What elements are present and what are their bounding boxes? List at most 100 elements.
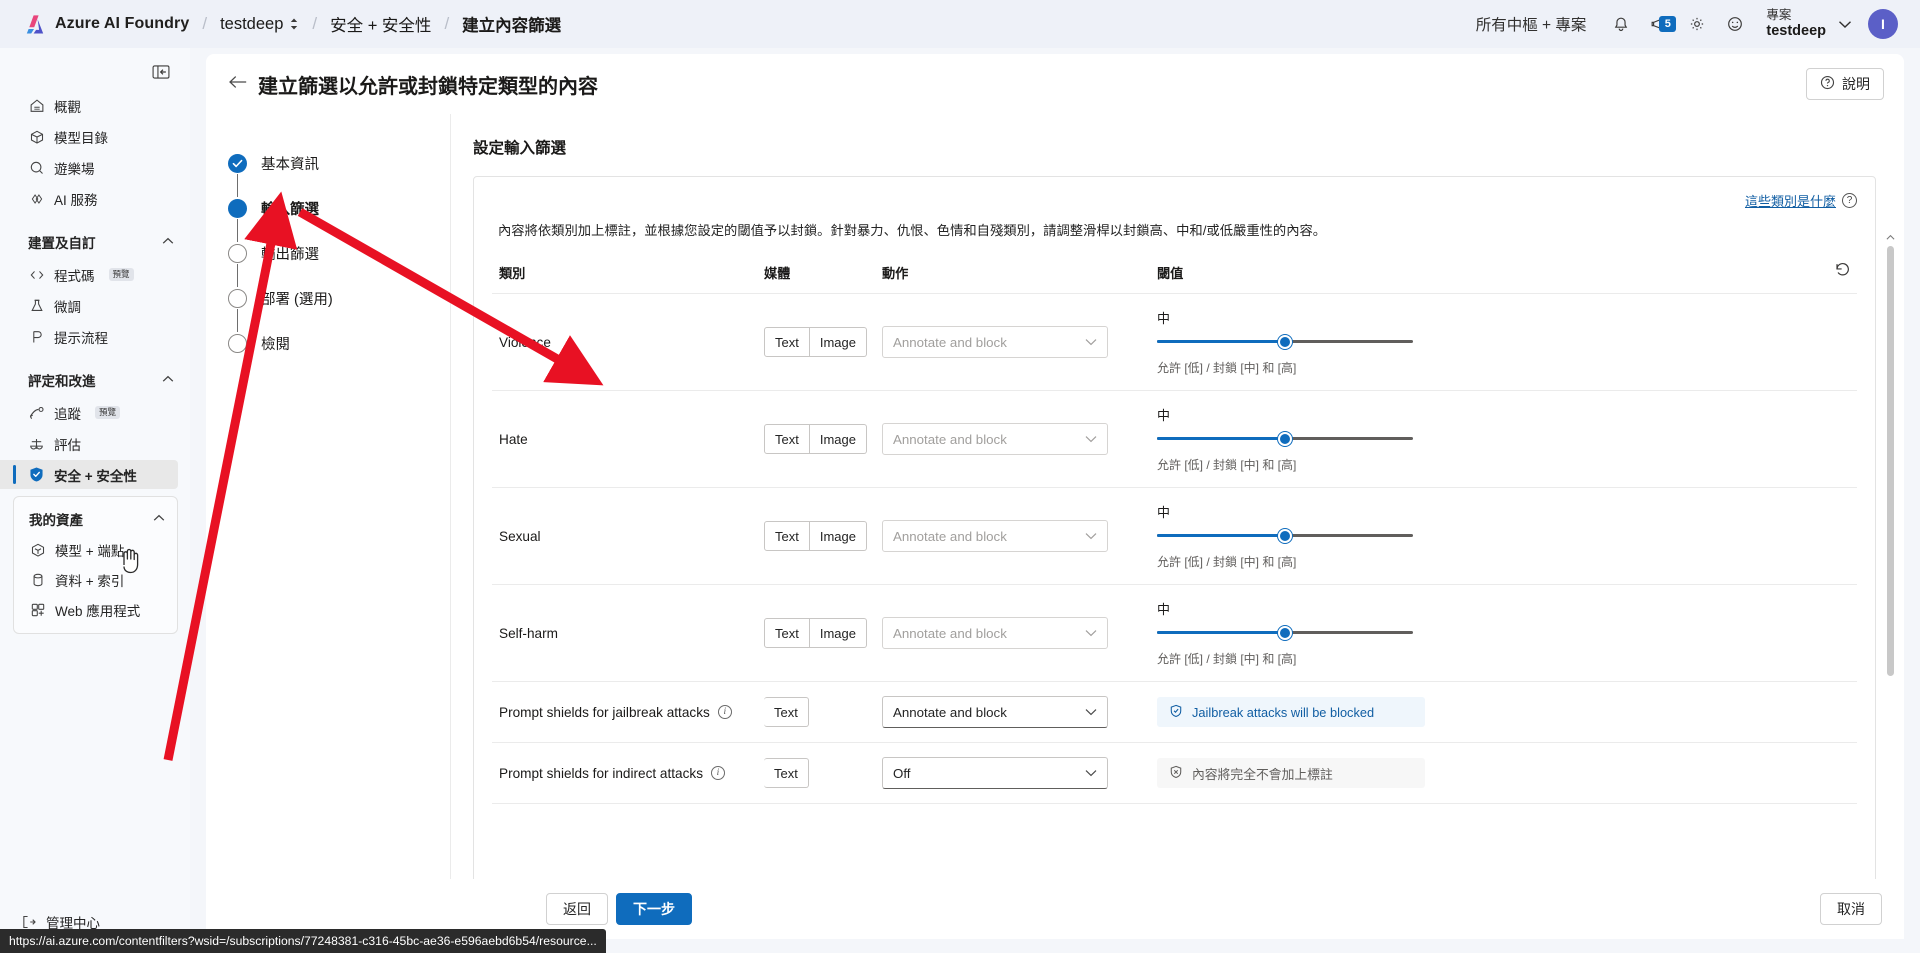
action-dropdown[interactable]: Annotate and block	[882, 520, 1108, 552]
sidebar-item-safety-security[interactable]: 安全 + 安全性	[0, 460, 178, 489]
panel-header: 建立篩選以允許或封鎖特定類型的內容 說明	[206, 54, 1904, 114]
action-dropdown[interactable]: Annotate and block	[882, 617, 1108, 649]
sidebar-group-assets[interactable]: 我的資產	[14, 504, 177, 534]
media-button-text[interactable]: Text	[764, 521, 810, 551]
cell-action: Annotate and block	[882, 487, 1157, 585]
stepper-step-output-filter[interactable]: 輸出篩選	[228, 242, 450, 264]
threshold-slider[interactable]	[1157, 529, 1425, 543]
threshold-hint: 允許 [低] / 封鎖 [中] 和 [高]	[1157, 652, 1297, 666]
reset-icon[interactable]	[1834, 263, 1851, 282]
sidebar-item-tracing[interactable]: 追蹤 預覽	[0, 398, 178, 427]
sidebar-item-model-catalog[interactable]: 模型目錄	[0, 122, 178, 151]
media-toggle-group: Text	[764, 758, 882, 788]
threshold-hint: 允許 [低] / 封鎖 [中] 和 [高]	[1157, 555, 1297, 569]
column-header-media: 媒體	[764, 261, 882, 294]
sidebar-item-playground[interactable]: 遊樂場	[0, 153, 178, 182]
category-name-group: Prompt shields for indirect attacks i	[499, 766, 764, 781]
action-dropdown[interactable]: Annotate and block	[882, 423, 1108, 455]
threshold-slider[interactable]	[1157, 626, 1425, 640]
arrow-left-icon[interactable]	[228, 73, 258, 96]
table-row: Sexual Text Image Annotate and block 中 允…	[492, 487, 1857, 585]
slider-fill	[1157, 534, 1285, 537]
cell-media: Text Image	[764, 487, 882, 585]
media-button-image[interactable]: Image	[809, 424, 867, 454]
sidebar-item-fine-tuning[interactable]: 微調	[0, 291, 178, 320]
sidebar-group-build[interactable]: 建置及自訂	[0, 225, 190, 259]
media-button-text[interactable]: Text	[764, 327, 810, 357]
sidebar-item-prompt-flow[interactable]: 提示流程	[0, 322, 178, 351]
media-button-image[interactable]: Image	[809, 327, 867, 357]
content-scrollbar[interactable]	[1885, 232, 1896, 939]
scrollbar-up-arrow-icon[interactable]	[1885, 232, 1896, 243]
bell-icon[interactable]	[1604, 7, 1638, 41]
stepper-step-deployment[interactable]: 部署 (選用)	[228, 287, 450, 309]
action-dropdown[interactable]: Annotate and block	[882, 326, 1108, 358]
sidebar-item-data-indexes[interactable]: 資料 + 索引	[14, 565, 171, 594]
table-row: Prompt shields for jailbreak attacks i T…	[492, 681, 1857, 743]
breadcrumb-project-label: testdeep	[220, 14, 284, 33]
megaphone-icon[interactable]: 5	[1642, 7, 1677, 41]
brand-logo-group[interactable]: Azure AI Foundry	[14, 14, 189, 35]
slider-fill	[1157, 437, 1285, 440]
breadcrumb-project[interactable]: testdeep	[220, 15, 299, 34]
sidebar-item-models-endpoints[interactable]: 模型 + 端點	[14, 535, 171, 564]
account-switcher[interactable]: 專案 testdeep	[1766, 8, 1826, 39]
table-header-row: 類別 媒體 動作 閾值	[492, 261, 1857, 294]
threshold-value-label: 中	[1157, 505, 1171, 520]
media-button-image[interactable]: Image	[809, 521, 867, 551]
cube-icon	[28, 128, 45, 145]
slider-thumb[interactable]	[1278, 432, 1292, 446]
stepper-step-input-filter[interactable]: 輸入篩選	[228, 197, 450, 219]
column-header-threshold: 閾值	[1157, 261, 1531, 294]
chevron-down-icon[interactable]	[1838, 17, 1852, 32]
action-dropdown[interactable]: Annotate and block	[882, 696, 1108, 728]
threshold-value-label: 中	[1157, 408, 1171, 423]
sidebar-item-web-apps[interactable]: Web 應用程式	[14, 595, 171, 624]
sidebar-item-label: 安全 + 安全性	[54, 468, 137, 484]
slider-thumb[interactable]	[1278, 626, 1292, 640]
sidebar: 概觀 模型目錄 遊樂場 AI 服務 建置及自訂 程式碼 預覽 微調 提示流程 評…	[0, 48, 190, 953]
threshold-slider[interactable]	[1157, 432, 1425, 446]
stepper-step-basics[interactable]: 基本資訊	[228, 152, 450, 174]
media-toggle-group: Text Image	[764, 521, 882, 551]
chevron-down-icon	[1085, 335, 1097, 349]
question-circle-icon[interactable]: ?	[1842, 193, 1857, 208]
sidebar-item-evaluation[interactable]: 評估	[0, 429, 178, 458]
what-are-these-categories-link[interactable]: 這些類別是什麼	[1745, 191, 1836, 210]
media-button-text[interactable]: Text	[764, 697, 809, 727]
help-button-label: 說明	[1842, 76, 1870, 92]
info-icon[interactable]: i	[717, 705, 732, 719]
sidebar-item-ai-services[interactable]: AI 服務	[0, 184, 178, 213]
back-button[interactable]: 返回	[546, 893, 608, 925]
media-button-text[interactable]: Text	[764, 758, 809, 788]
media-button-text[interactable]: Text	[764, 618, 810, 648]
slider-thumb[interactable]	[1278, 335, 1292, 349]
action-dropdown[interactable]: Off	[882, 757, 1108, 789]
top-navigation-bar: Azure AI Foundry / testdeep / 安全 + 安全性 /…	[0, 0, 1920, 48]
next-button[interactable]: 下一步	[616, 893, 692, 925]
scope-selector-label[interactable]: 所有中樞 + 專案	[1476, 13, 1587, 35]
smiley-icon[interactable]	[1718, 7, 1752, 41]
stepper-step-review[interactable]: 檢閱	[228, 332, 450, 354]
slider-thumb[interactable]	[1278, 529, 1292, 543]
gear-icon[interactable]	[1680, 7, 1714, 41]
breadcrumb-safety[interactable]: 安全 + 安全性	[330, 12, 431, 36]
sidebar-group-assess[interactable]: 評定和改進	[0, 363, 190, 397]
panel-collapse-icon[interactable]	[148, 60, 174, 84]
step-connector	[236, 219, 239, 242]
scrollbar-thumb[interactable]	[1887, 246, 1894, 676]
sidebar-item-label: AI 服務	[54, 192, 98, 208]
sidebar-item-overview[interactable]: 概觀	[0, 91, 178, 120]
chevron-down-icon	[1085, 766, 1097, 780]
sidebar-collapse-row	[0, 48, 190, 90]
info-icon[interactable]: i	[711, 766, 725, 780]
help-button[interactable]: 說明	[1806, 68, 1884, 100]
threshold-control: 中 允許 [低] / 封鎖 [中] 和 [高]	[1157, 599, 1425, 667]
avatar[interactable]: I	[1868, 9, 1898, 39]
media-button-text[interactable]: Text	[764, 424, 810, 454]
cancel-button[interactable]: 取消	[1820, 893, 1882, 925]
sidebar-item-code[interactable]: 程式碼 預覽	[0, 260, 178, 289]
threshold-slider[interactable]	[1157, 335, 1425, 349]
table-row: Self-harm Text Image Annotate and block …	[492, 584, 1857, 682]
media-button-image[interactable]: Image	[809, 618, 867, 648]
